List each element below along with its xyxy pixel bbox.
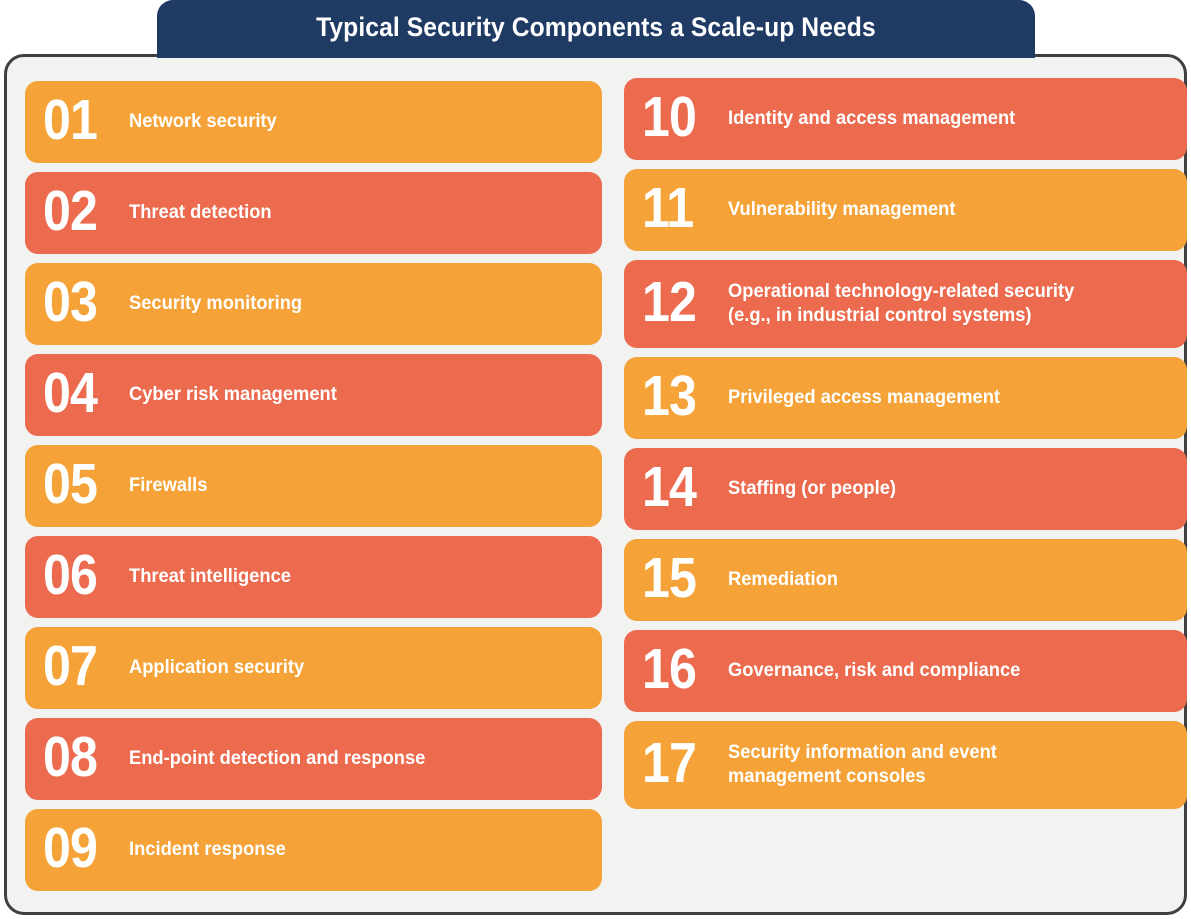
security-component-card[interactable]: 05 Firewalls [25,445,602,527]
card-label: Security monitoring [129,292,560,316]
security-component-card[interactable]: 16 Governance, risk and compliance [623,630,1187,712]
security-component-card[interactable]: 11 Vulnerability management [623,169,1187,251]
card-label-line1: Remediation [727,568,838,591]
card-number: 15 [641,546,697,611]
card-label: Privileged access management [728,386,1146,410]
card-label: Network security [129,110,560,134]
security-component-card[interactable]: 10 Identity and access management [623,78,1187,160]
security-component-card[interactable]: 06 Threat intelligence [25,536,602,618]
security-component-card[interactable]: 09 Incident response [25,809,602,891]
card-label: Staffing (or people) [728,477,1146,501]
card-label: Governance, risk and compliance [728,659,1146,683]
card-label-line1: Staffing (or people) [727,477,896,500]
card-label: Threat intelligence [129,565,560,589]
security-component-card[interactable]: 08 End-point detection and response [25,718,602,800]
card-label-line1: Operational technology-related security [727,280,1075,303]
card-label-line1: Cyber risk management [129,383,337,406]
card-label-line1: Network security [129,110,277,133]
security-component-card[interactable]: 03 Security monitoring [25,263,602,345]
card-label-line1: Security information and event [727,741,997,764]
page-title: Typical Security Components a Scale-up N… [316,11,876,42]
card-label: Application security [129,656,560,680]
card-number: 04 [43,361,98,426]
card-label-line1: Vulnerability management [727,198,956,221]
card-number: 09 [43,816,98,881]
card-number: 11 [641,176,694,241]
card-label-line1: Identity and access management [727,107,1016,130]
card-label-line2: (e.g., in industrial control systems) [727,304,1032,326]
card-number: 14 [641,455,697,520]
card-number: 01 [43,88,98,153]
card-number: 03 [43,270,98,335]
columns-container: 01 Network security 02 Threat detection 03 Se… [4,54,1187,915]
security-component-card[interactable]: 14 Staffing (or people) [623,448,1187,530]
card-label-line1: Threat intelligence [129,565,291,588]
card-label: Threat detection [129,201,560,225]
card-label-line1: Incident response [129,838,286,861]
card-label: Operational technology-related security(… [728,280,1146,328]
card-label: Remediation [728,568,1146,592]
card-label: Cyber risk management [129,383,560,407]
card-label-line1: Governance, risk and compliance [727,659,1021,682]
card-label-line1: Privileged access management [727,386,1001,409]
card-label: Firewalls [129,474,560,498]
security-component-card[interactable]: 02 Threat detection [25,172,602,254]
card-number: 16 [641,637,697,702]
card-label: Security information and event management… [728,741,1146,789]
card-label-line1: Application security [129,656,305,679]
card-number: 07 [43,634,98,699]
title-banner: Typical Security Components a Scale-up N… [157,0,1035,58]
card-label: End-point detection and response [129,747,560,771]
security-component-card[interactable]: 12 Operational technology-related securit… [623,260,1187,348]
card-label: Vulnerability management [728,198,1146,222]
security-component-card[interactable]: 01 Network security [25,81,602,163]
card-number: 06 [43,543,98,608]
card-number: 13 [641,364,697,429]
card-number: 02 [43,179,98,244]
card-label: Incident response [129,838,560,862]
infographic-root: Typical Security Components a Scale-up N… [0,0,1191,919]
card-label-line1: Threat detection [129,201,272,224]
card-number: 05 [43,452,98,517]
card-number: 10 [641,85,697,150]
security-component-card[interactable]: 15 Remediation [623,539,1187,621]
right-column: 10 Identity and access management 11 Vulner… [623,54,1187,915]
card-label: Identity and access management [728,107,1146,131]
security-component-card[interactable]: 07 Application security [25,627,602,709]
card-number: 08 [43,725,98,790]
card-label-line1: Security monitoring [129,292,303,315]
card-number: 12 [641,270,697,335]
left-column: 01 Network security 02 Threat detection 03 Se… [25,54,602,915]
card-label-line1: End-point detection and response [129,747,426,770]
card-number: 17 [641,731,697,796]
card-label-line1: Firewalls [129,474,208,497]
security-component-card[interactable]: 17 Security information and event manageme… [623,721,1187,809]
security-component-card[interactable]: 13 Privileged access management [623,357,1187,439]
card-label-line2: management consoles [727,765,926,787]
security-component-card[interactable]: 04 Cyber risk management [25,354,602,436]
